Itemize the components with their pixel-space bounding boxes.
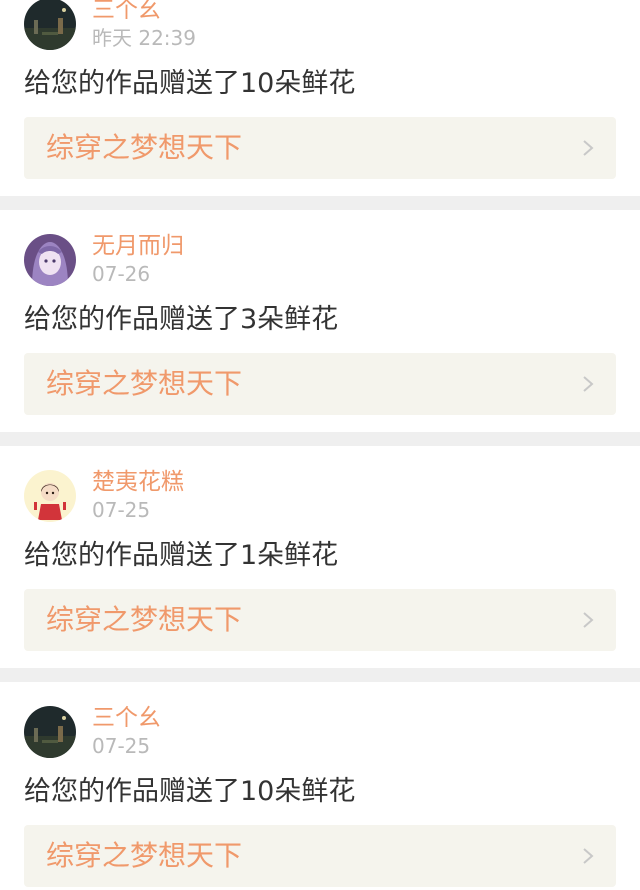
avatar[interactable]	[24, 470, 76, 522]
work-title: 综穿之梦想天下	[46, 839, 243, 872]
work-link-button[interactable]: 综穿之梦想天下	[24, 353, 616, 415]
username[interactable]: 无月而归	[92, 232, 184, 260]
work-title: 综穿之梦想天下	[46, 131, 243, 164]
notification-card: 无月而归 07-26 给您的作品赠送了3朵鲜花 综穿之梦想天下	[0, 210, 640, 432]
gift-message: 给您的作品赠送了3朵鲜花	[24, 304, 339, 335]
anime-girl-icon	[24, 234, 76, 286]
work-link-button[interactable]: 综穿之梦想天下	[24, 117, 616, 179]
cartoon-girl-icon	[24, 470, 76, 522]
work-title: 综穿之梦想天下	[46, 603, 243, 636]
chevron-right-icon	[582, 375, 594, 393]
chevron-right-icon	[582, 611, 594, 629]
timestamp: 07-25	[92, 734, 151, 758]
chevron-right-icon	[582, 139, 594, 157]
avatar[interactable]	[24, 0, 76, 50]
username[interactable]: 三个幺	[92, 0, 161, 24]
notification-card: 三个幺 昨天 22:39 给您的作品赠送了10朵鲜花 综穿之梦想天下	[0, 0, 640, 196]
timestamp: 昨天 22:39	[92, 26, 196, 50]
notification-card: 三个幺 07-25 给您的作品赠送了10朵鲜花 综穿之梦想天下	[0, 682, 640, 890]
work-title: 综穿之梦想天下	[46, 367, 243, 400]
work-link-button[interactable]: 综穿之梦想天下	[24, 589, 616, 651]
timestamp: 07-26	[92, 262, 151, 286]
timestamp: 07-25	[92, 498, 151, 522]
work-link-button[interactable]: 综穿之梦想天下	[24, 825, 616, 887]
gift-message: 给您的作品赠送了10朵鲜花	[24, 68, 356, 99]
chevron-right-icon	[582, 847, 594, 865]
username[interactable]: 楚夷花糕	[92, 468, 184, 496]
notification-card: 楚夷花糕 07-25 给您的作品赠送了1朵鲜花 综穿之梦想天下	[0, 446, 640, 668]
notification-feed: 三个幺 昨天 22:39 给您的作品赠送了10朵鲜花 综穿之梦想天下 无月而归 …	[0, 0, 640, 890]
night-scene-icon	[24, 0, 76, 50]
username[interactable]: 三个幺	[92, 704, 161, 732]
avatar[interactable]	[24, 706, 76, 758]
avatar[interactable]	[24, 234, 76, 286]
gift-message: 给您的作品赠送了1朵鲜花	[24, 540, 339, 571]
gift-message: 给您的作品赠送了10朵鲜花	[24, 776, 356, 807]
night-scene-icon	[24, 706, 76, 758]
